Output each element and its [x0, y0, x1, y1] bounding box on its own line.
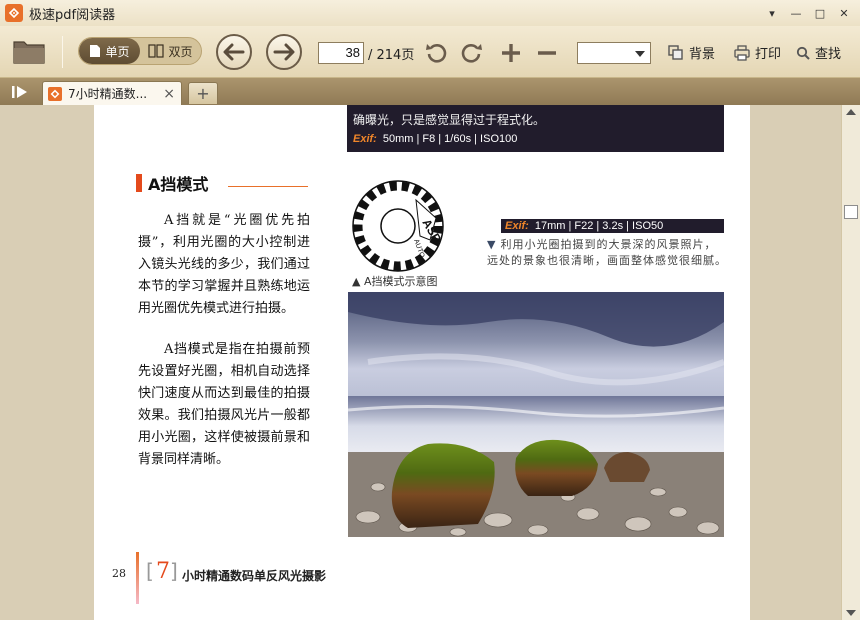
rotate-right-button[interactable]: [458, 40, 484, 66]
top-photo-caption: 确曝光，只是感觉显得过于程式化。: [353, 113, 546, 127]
double-page-icon: [148, 44, 165, 58]
chapter-bracket-close: ]: [170, 559, 178, 583]
chapter-number: 7: [156, 559, 170, 584]
total-pages: / 214页: [368, 48, 415, 63]
arrow-left-icon: [223, 43, 245, 61]
document-viewer[interactable]: 确曝光，只是感觉显得过于程式化。 Exif: 50mm | F8 | 1/60s …: [0, 105, 841, 620]
document-tab-icon: [48, 86, 62, 101]
sidebar-toggle-button[interactable]: [10, 83, 30, 101]
chevron-down-icon: [635, 51, 645, 57]
top-photo-strip: 确曝光，只是感觉显得过于程式化。 Exif: 50mm | F8 | 1/60s …: [347, 105, 724, 152]
tab-label: 7小时精通数...: [68, 87, 148, 101]
section-title: A挡模式: [148, 175, 209, 194]
tab-close-icon[interactable]: ×: [163, 86, 175, 102]
section-heading: A挡模式: [136, 171, 208, 195]
sidebar-expand-icon: [12, 86, 27, 98]
window-controls: ▾ — □ ✕: [762, 4, 854, 22]
top-exif-tag: Exif:: [353, 133, 377, 145]
tab-bar: 7小时精通数... × +: [0, 78, 860, 105]
title-bar: 极速pdf阅读器 ▾ — □ ✕: [0, 0, 860, 26]
open-file-button[interactable]: [12, 36, 46, 66]
zoom-in-button[interactable]: [498, 40, 524, 66]
single-page-label: 单页: [105, 44, 130, 59]
background-button[interactable]: 背景: [668, 43, 715, 62]
prev-page-button[interactable]: [216, 34, 252, 70]
single-page-icon: [90, 45, 101, 57]
background-icon: [668, 44, 683, 60]
double-page-button[interactable]: 双页: [140, 38, 201, 64]
find-button[interactable]: 查找: [796, 43, 841, 62]
heading-underline: [228, 186, 308, 187]
search-icon: [796, 46, 810, 60]
maximize-icon[interactable]: □: [810, 4, 830, 22]
rotate-left-button[interactable]: [424, 40, 450, 66]
app-title: 极速pdf阅读器: [29, 7, 116, 23]
rotate-cw-icon: [461, 44, 482, 63]
footer-accent-line: [136, 552, 139, 604]
pdf-page: 确曝光，只是感觉显得过于程式化。 Exif: 50mm | F8 | 1/60s …: [94, 105, 750, 620]
zoom-out-button[interactable]: [534, 40, 560, 66]
printer-icon: [734, 44, 750, 61]
top-exif-values: 50mm | F8 | 1/60s | ISO100: [382, 133, 518, 145]
vertical-scrollbar[interactable]: [841, 105, 860, 620]
photo-caption: ▼ 利用小光圈拍摄到的大景深的风景照片，远处的景象也很清晰，画面整体感觉很细腻。: [487, 237, 727, 269]
minimize-icon[interactable]: —: [786, 4, 806, 22]
heading-accent-bar: [136, 174, 142, 192]
print-button[interactable]: 打印: [734, 43, 781, 62]
arrow-right-icon: [273, 43, 295, 61]
scroll-down-icon[interactable]: [846, 610, 856, 616]
rotate-ccw-icon: [426, 44, 447, 63]
scroll-up-icon[interactable]: [846, 109, 856, 115]
app-logo-icon: [5, 4, 23, 22]
page-number: 28: [112, 567, 126, 580]
single-page-button[interactable]: 单页: [79, 38, 140, 64]
scroll-thumb[interactable]: [844, 205, 858, 219]
toolbar: 单页 双页 38 / 214页 背景 打印 查找: [0, 26, 860, 78]
page-number-input[interactable]: 38: [318, 42, 364, 64]
background-label: 背景: [689, 47, 716, 62]
folder-icon: [13, 41, 45, 64]
photo-caption-text: 利用小光圈拍摄到的大景深的风景照片，远处的景象也很清晰，画面整体感觉很细腻。: [487, 238, 727, 267]
tab-document[interactable]: 7小时精通数... ×: [42, 81, 182, 105]
plus-icon: [502, 44, 520, 62]
chapter-bracket-open: [: [146, 559, 154, 583]
paragraph-1: A挡就是“光圈优先拍摄”，利用光圈的大小控制进入镜头光线的多少，我们通过本节的学…: [138, 213, 310, 316]
find-label: 查找: [815, 47, 842, 62]
new-tab-button[interactable]: +: [188, 82, 218, 104]
menu-dropdown-icon[interactable]: ▾: [762, 4, 782, 22]
dial-caption: ▲ A挡模式示意图: [352, 275, 438, 288]
view-mode-toggle: 单页 双页: [78, 37, 202, 65]
photo-exif-tag: Exif:: [505, 220, 529, 232]
caption-marker: ▼: [487, 238, 497, 251]
landscape-photo: [348, 292, 724, 537]
chapter-title: 小时精通数码单反风光摄影: [182, 569, 327, 583]
photo-exif-values: 17mm | F22 | 3.2s | ISO50: [534, 220, 664, 232]
top-exif: Exif: 50mm | F8 | 1/60s | ISO100: [353, 133, 517, 145]
toolbar-separator: [62, 36, 63, 68]
paragraph-2: A挡模式是指在拍摄前预先设置好光圈，相机自动选择快门速度从而达到最佳的拍摄效果。…: [138, 342, 310, 467]
next-page-button[interactable]: [266, 34, 302, 70]
photo-exif: Exif: 17mm | F22 | 3.2s | ISO50: [501, 219, 724, 233]
close-icon[interactable]: ✕: [834, 4, 854, 22]
double-page-label: 双页: [168, 44, 193, 59]
minus-icon: [538, 51, 556, 55]
print-label: 打印: [755, 47, 782, 62]
mode-dial-diagram: ASP AUTO: [352, 180, 444, 272]
zoom-level-select[interactable]: [577, 42, 651, 64]
